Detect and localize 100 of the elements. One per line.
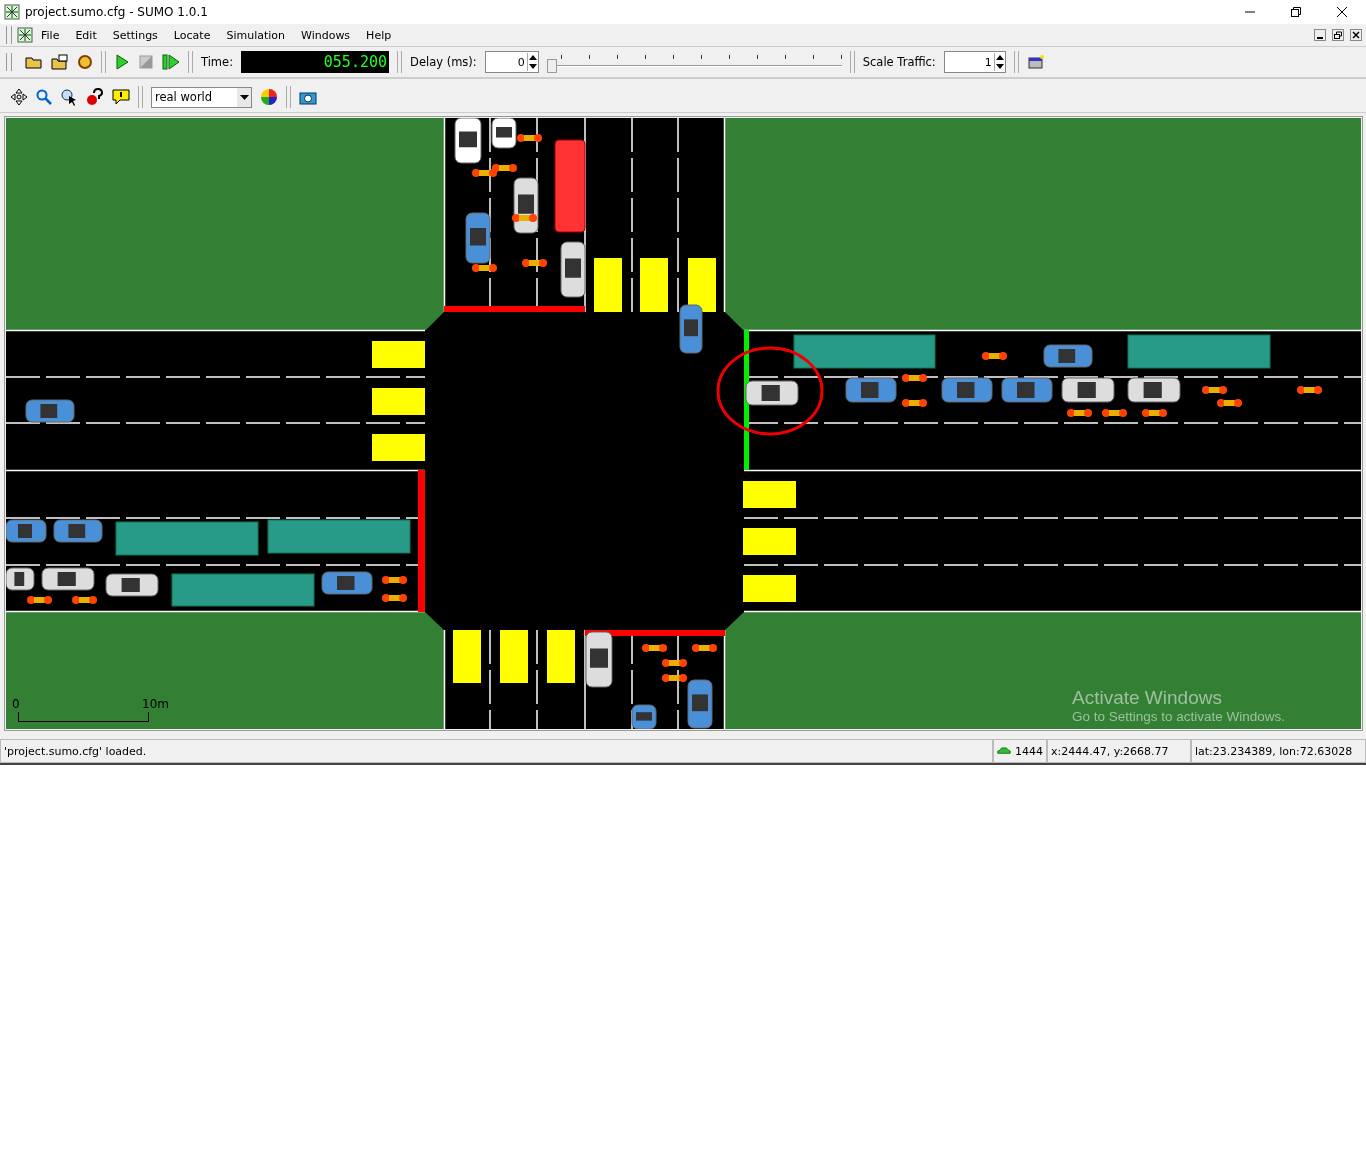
bicycle-icon: [382, 576, 407, 584]
scale-traffic-spinner[interactable]: 1: [943, 51, 1006, 73]
window-title: project.sumo.cfg - SUMO 1.0.1: [25, 5, 208, 19]
bicycle-icon: [642, 644, 667, 652]
car-icon: [1043, 344, 1093, 368]
crosswalk-marking: [743, 528, 796, 555]
truck-icon: [115, 521, 259, 556]
close-icon[interactable]: [1350, 29, 1362, 41]
car-icon: [679, 304, 703, 354]
bicycle-icon: [902, 399, 927, 407]
menu-item[interactable]: File: [33, 28, 68, 42]
app-icon: [4, 4, 20, 20]
crosswalk-marking: [743, 481, 796, 508]
crosswalk-marking: [453, 630, 481, 683]
truck-icon: [793, 334, 936, 369]
car-icon: [321, 571, 373, 595]
slider-thumb[interactable]: [546, 59, 557, 73]
locate-cursor-icon[interactable]: [60, 88, 78, 106]
delay-spinner[interactable]: 0: [484, 51, 539, 73]
bicycle-icon: [1202, 386, 1227, 394]
window-icon[interactable]: [1026, 54, 1045, 70]
minimize-icon[interactable]: [1314, 29, 1326, 41]
bicycle-icon: [512, 214, 537, 222]
search-icon[interactable]: [36, 89, 52, 105]
bicycle-icon: [382, 594, 407, 602]
truck-icon: [267, 519, 411, 554]
car-icon: [465, 212, 491, 264]
watermark-text: Go to Settings to activate Windows.: [1072, 709, 1286, 725]
truck-icon: [1127, 334, 1271, 369]
truck-icon: [554, 139, 586, 233]
restore-icon[interactable]: [1290, 6, 1302, 18]
crosswalk-marking: [640, 258, 668, 312]
time-display: 055.200: [241, 51, 390, 73]
bicycle-icon: [27, 596, 52, 604]
car-icon: [845, 377, 897, 403]
car-icon: [585, 631, 613, 688]
cursor-position: x:2444.47, y:2668.77: [1047, 739, 1191, 763]
car-icon: [560, 241, 586, 298]
car-icon: [105, 573, 159, 597]
car-icon: [25, 399, 75, 423]
watermark-title: Activate Windows: [1072, 687, 1223, 709]
bicycle-icon: [902, 374, 927, 382]
play-icon[interactable]: [114, 54, 130, 70]
bicycle-icon: [1102, 409, 1127, 417]
bicycle-icon: [472, 264, 497, 272]
menu-item[interactable]: Windows: [293, 28, 359, 42]
car-icon: [1001, 377, 1053, 403]
car-icon: [1061, 377, 1115, 403]
time-label: Time:: [201, 55, 234, 69]
camera-icon[interactable]: [299, 89, 317, 105]
crosswalk-marking: [372, 388, 425, 415]
car-icon: [745, 380, 799, 406]
crosswalk-marking: [594, 258, 622, 312]
status-message: 'project.sumo.cfg' loaded.: [0, 739, 993, 763]
car-icon: [941, 377, 993, 403]
restore-icon[interactable]: [1332, 29, 1344, 41]
car-icon: [6, 567, 35, 591]
geo-position: lat:23.234389, lon:72.63028: [1191, 739, 1366, 763]
speech-bubble-icon[interactable]: [112, 88, 130, 106]
scale-label: 0: [12, 697, 20, 711]
menu-item[interactable]: Settings: [104, 28, 166, 42]
delay-label: Delay (ms):: [410, 55, 477, 69]
car-icon: [687, 679, 713, 729]
car-icon: [997, 746, 1011, 756]
bicycle-icon: [1142, 409, 1167, 417]
truck-icon: [171, 573, 315, 607]
folder-icon[interactable]: [25, 54, 43, 70]
car-icon: [6, 519, 47, 543]
car-icon: [41, 567, 95, 591]
menu-item[interactable]: Edit: [67, 28, 105, 42]
vehicle-count: 1444: [1015, 744, 1043, 758]
move-icon[interactable]: [10, 88, 28, 106]
scheme-dropdown[interactable]: real world: [151, 86, 252, 108]
menu-item[interactable]: Locate: [165, 28, 219, 42]
car-icon: [53, 519, 103, 543]
color-wheel-icon[interactable]: [260, 88, 278, 106]
help-icon[interactable]: [86, 88, 104, 106]
crosswalk-marking: [547, 630, 575, 683]
crosswalk-marking: [372, 341, 425, 368]
scale-label: 10m: [142, 697, 169, 711]
bicycle-icon: [1217, 399, 1242, 407]
crosswalk-marking: [743, 575, 796, 602]
app-icon: [17, 27, 33, 43]
close-icon[interactable]: [1336, 6, 1348, 18]
step-icon[interactable]: [162, 54, 180, 70]
car-icon: [1127, 377, 1181, 403]
folders-icon[interactable]: [51, 54, 69, 70]
menu-item[interactable]: Help: [358, 28, 400, 42]
bicycle-icon: [1067, 409, 1092, 417]
car-icon: [631, 704, 657, 729]
bicycle-icon: [662, 674, 687, 682]
menu-item[interactable]: Simulation: [218, 28, 293, 42]
caret-icon: [239, 94, 249, 100]
bicycle-icon: [72, 596, 97, 604]
car-icon: [491, 118, 517, 149]
bicycle-icon: [982, 352, 1007, 360]
crosswalk-marking: [500, 630, 528, 683]
bicycle-icon: [662, 659, 687, 667]
bicycle-icon: [517, 134, 542, 142]
bicycle-icon: [1297, 386, 1322, 394]
